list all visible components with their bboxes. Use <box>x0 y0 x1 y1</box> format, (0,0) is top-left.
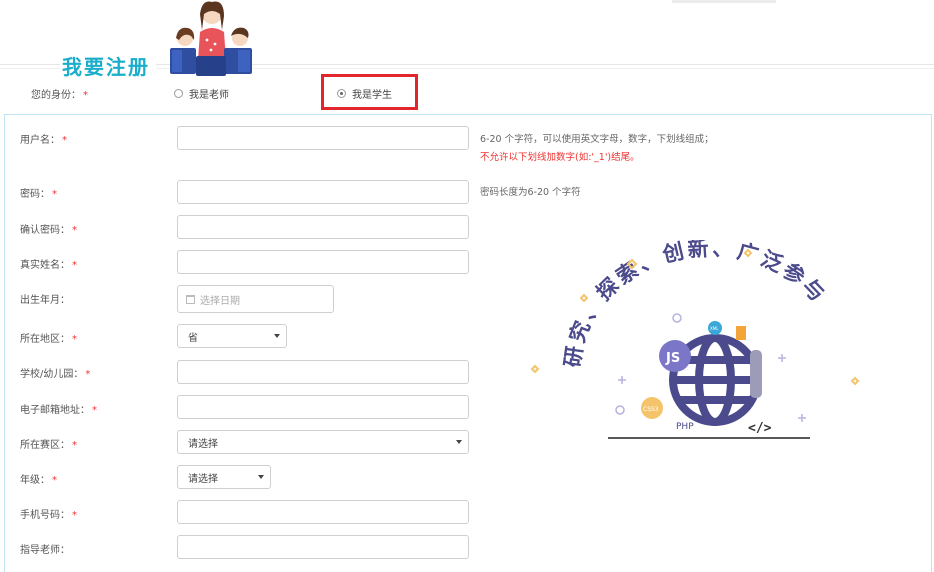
toolkit-icon <box>750 350 762 398</box>
required-mark: * <box>62 135 67 146</box>
username-hint: 6-20 个字符，可以使用英文字母，数字，下划线组成； <box>480 134 714 145</box>
chevron-down-icon <box>274 334 280 338</box>
region-select[interactable]: 省 <box>177 324 287 348</box>
code-tag-label: </> <box>748 421 772 436</box>
tech-globe-illustration: 研究、探索、创新、广泛参与 JS CSS3 PHP XML </> <box>530 240 860 439</box>
password-input[interactable] <box>177 180 469 204</box>
competition-area-select[interactable]: 请选择 <box>177 430 469 454</box>
competition-area-label-text: 所在赛区： <box>20 440 70 451</box>
phone-label: 手机号码： * <box>20 506 77 521</box>
username-warning: 不允许以下划线加数字(如:'_1')结尾。 <box>480 152 640 163</box>
grade-select[interactable]: 请选择 <box>177 465 271 489</box>
school-input[interactable] <box>177 360 469 384</box>
js-badge-label: JS <box>665 351 680 366</box>
required-mark: * <box>72 510 77 521</box>
password-label-text: 密码： <box>20 189 50 200</box>
competition-area-label: 所在赛区： * <box>20 436 77 451</box>
confirm-password-label-text: 确认密码： <box>20 225 70 236</box>
username-label: 用户名： * <box>20 131 67 146</box>
competition-area-selected-value: 请选择 <box>188 438 218 450</box>
hammer-icon <box>736 326 746 340</box>
region-label: 所在地区： * <box>20 330 77 345</box>
phone-label-text: 手机号码： <box>20 510 70 521</box>
student-option-highlight <box>321 74 418 110</box>
radio-circle-icon[interactable] <box>174 89 183 98</box>
birth-label: 出生年月： <box>20 295 70 306</box>
css3-badge-label: CSS3 <box>643 406 659 413</box>
required-mark: * <box>72 334 77 345</box>
username-label-text: 用户名： <box>20 135 60 146</box>
calendar-icon <box>186 294 195 304</box>
chevron-down-icon <box>258 475 264 479</box>
slogan-text: 研究、探索、创新、广泛参与 <box>560 240 831 369</box>
birth-date-picker[interactable]: 选择日期 <box>177 285 334 313</box>
region-label-text: 所在地区： <box>20 334 70 345</box>
real-name-label-text: 真实姓名： <box>20 260 70 271</box>
email-input[interactable] <box>177 395 469 419</box>
teacher-label: 指导老师： <box>20 545 70 556</box>
email-label: 电子邮箱地址： * <box>20 401 97 416</box>
phone-input[interactable] <box>177 500 469 524</box>
xml-badge-label: XML <box>710 326 719 331</box>
teacher-input[interactable] <box>177 535 469 559</box>
password-hint: 密码长度为6-20 个字符 <box>480 187 581 198</box>
required-mark: * <box>85 369 91 380</box>
required-mark: * <box>92 405 97 416</box>
birth-date-placeholder: 选择日期 <box>200 295 240 307</box>
email-label-text: 电子邮箱地址： <box>20 405 90 416</box>
school-label-text: 学校/幼儿园： <box>20 369 84 380</box>
required-mark: * <box>72 440 77 451</box>
required-mark: * <box>52 475 57 486</box>
required-mark: * <box>52 189 57 200</box>
php-label: PHP <box>676 422 694 432</box>
confirm-password-label: 确认密码： * <box>20 221 77 236</box>
chevron-down-icon <box>456 440 462 444</box>
required-mark: * <box>83 90 88 101</box>
username-input[interactable] <box>177 126 469 150</box>
school-label: 学校/幼儿园： * <box>20 365 90 380</box>
password-label: 密码： * <box>20 185 57 200</box>
grade-selected-value: 请选择 <box>188 473 218 485</box>
real-name-input[interactable] <box>177 250 469 274</box>
radio-teacher-label: 我是老师 <box>189 90 229 101</box>
top-tab-edge <box>672 0 776 3</box>
real-name-label: 真实姓名： * <box>20 256 77 271</box>
identity-label-text: 您的身份： <box>31 90 81 101</box>
identity-label: 您的身份： * <box>31 86 88 101</box>
kids-reading-illustration <box>170 1 252 76</box>
required-mark: * <box>72 225 77 236</box>
page-title: 我要注册 <box>60 48 156 82</box>
grade-label-text: 年级： <box>20 475 50 486</box>
required-mark: * <box>72 260 77 271</box>
grade-label: 年级： * <box>20 471 57 486</box>
radio-teacher[interactable]: 我是老师 <box>174 86 229 101</box>
confirm-password-input[interactable] <box>177 215 469 239</box>
region-selected-value: 省 <box>188 332 198 344</box>
